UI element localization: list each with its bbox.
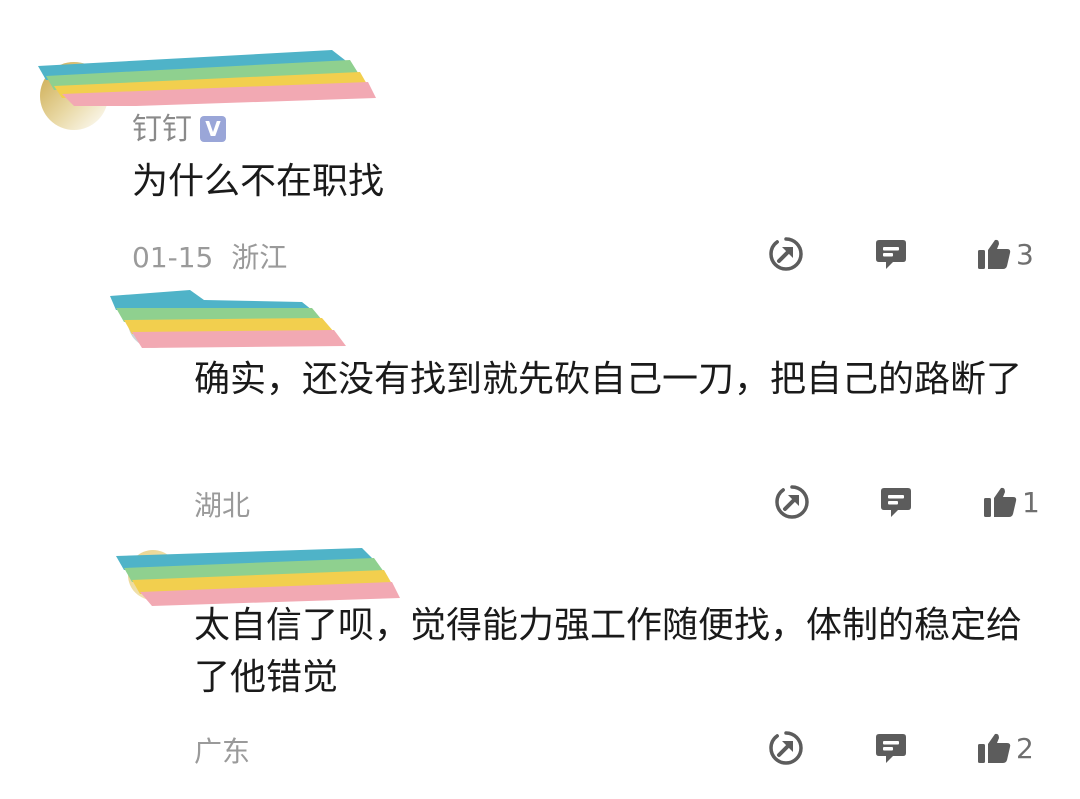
- thumbs-up-icon: [978, 239, 1011, 269]
- like-count: 3: [1016, 237, 1034, 271]
- share-button[interactable]: [774, 484, 810, 520]
- like-count: 2: [1016, 731, 1034, 765]
- verified-badge-icon: V: [200, 116, 226, 142]
- share-arrow-icon: [775, 485, 809, 519]
- comment-text: 为什么不在职找: [132, 161, 385, 202]
- comment-date: 01-15: [132, 241, 214, 274]
- comment-3: 太自信了呗，觉得能力强工作随便找，体制的稳定给了他错觉 广东 2: [0, 540, 1080, 799]
- like-button[interactable]: 3: [976, 236, 1034, 272]
- commenter-name-text[interactable]: 钉钉: [132, 112, 192, 147]
- comment-location: 湖北: [194, 489, 251, 522]
- comment-2: 确实，还没有找到就先砍自己一刀，把自己的路断了 湖北 1: [0, 280, 1080, 540]
- reply-bubble-icon: [876, 734, 906, 763]
- reply-button[interactable]: [873, 730, 909, 766]
- thumbs-up-icon: [978, 733, 1011, 763]
- like-button[interactable]: 1: [982, 484, 1040, 520]
- thumbs-up-icon: [984, 487, 1017, 517]
- comment-meta: 湖北: [194, 484, 250, 524]
- like-count: 1: [1022, 485, 1040, 519]
- comment-meta: 01-15 浙江: [132, 236, 287, 276]
- comment-meta: 广东: [194, 730, 250, 770]
- redaction-scribble: [38, 50, 376, 106]
- comment-location: 浙江: [231, 241, 288, 274]
- reply-button[interactable]: [878, 484, 914, 520]
- redaction-scribble: [116, 548, 400, 606]
- reply-bubble-icon: [881, 488, 911, 517]
- reply-bubble-icon: [876, 240, 906, 269]
- commenter-name[interactable]: 钉钉 V: [132, 104, 226, 148]
- comment-text: 确实，还没有找到就先砍自己一刀，把自己的路断了: [194, 359, 1023, 400]
- redaction-scribble: [110, 290, 346, 348]
- share-arrow-icon: [769, 731, 803, 765]
- reply-button[interactable]: [873, 236, 909, 272]
- comment-1: 钉钉 V 为什么不在职找 01-15 浙江 3: [0, 0, 1080, 290]
- share-button[interactable]: [768, 730, 804, 766]
- comment-text: 太自信了呗，觉得能力强工作随便找，体制的稳定给了他错觉: [194, 605, 1023, 698]
- like-button[interactable]: 2: [976, 730, 1034, 766]
- share-button[interactable]: [768, 236, 804, 272]
- comment-location: 广东: [194, 735, 251, 768]
- share-arrow-icon: [769, 237, 803, 271]
